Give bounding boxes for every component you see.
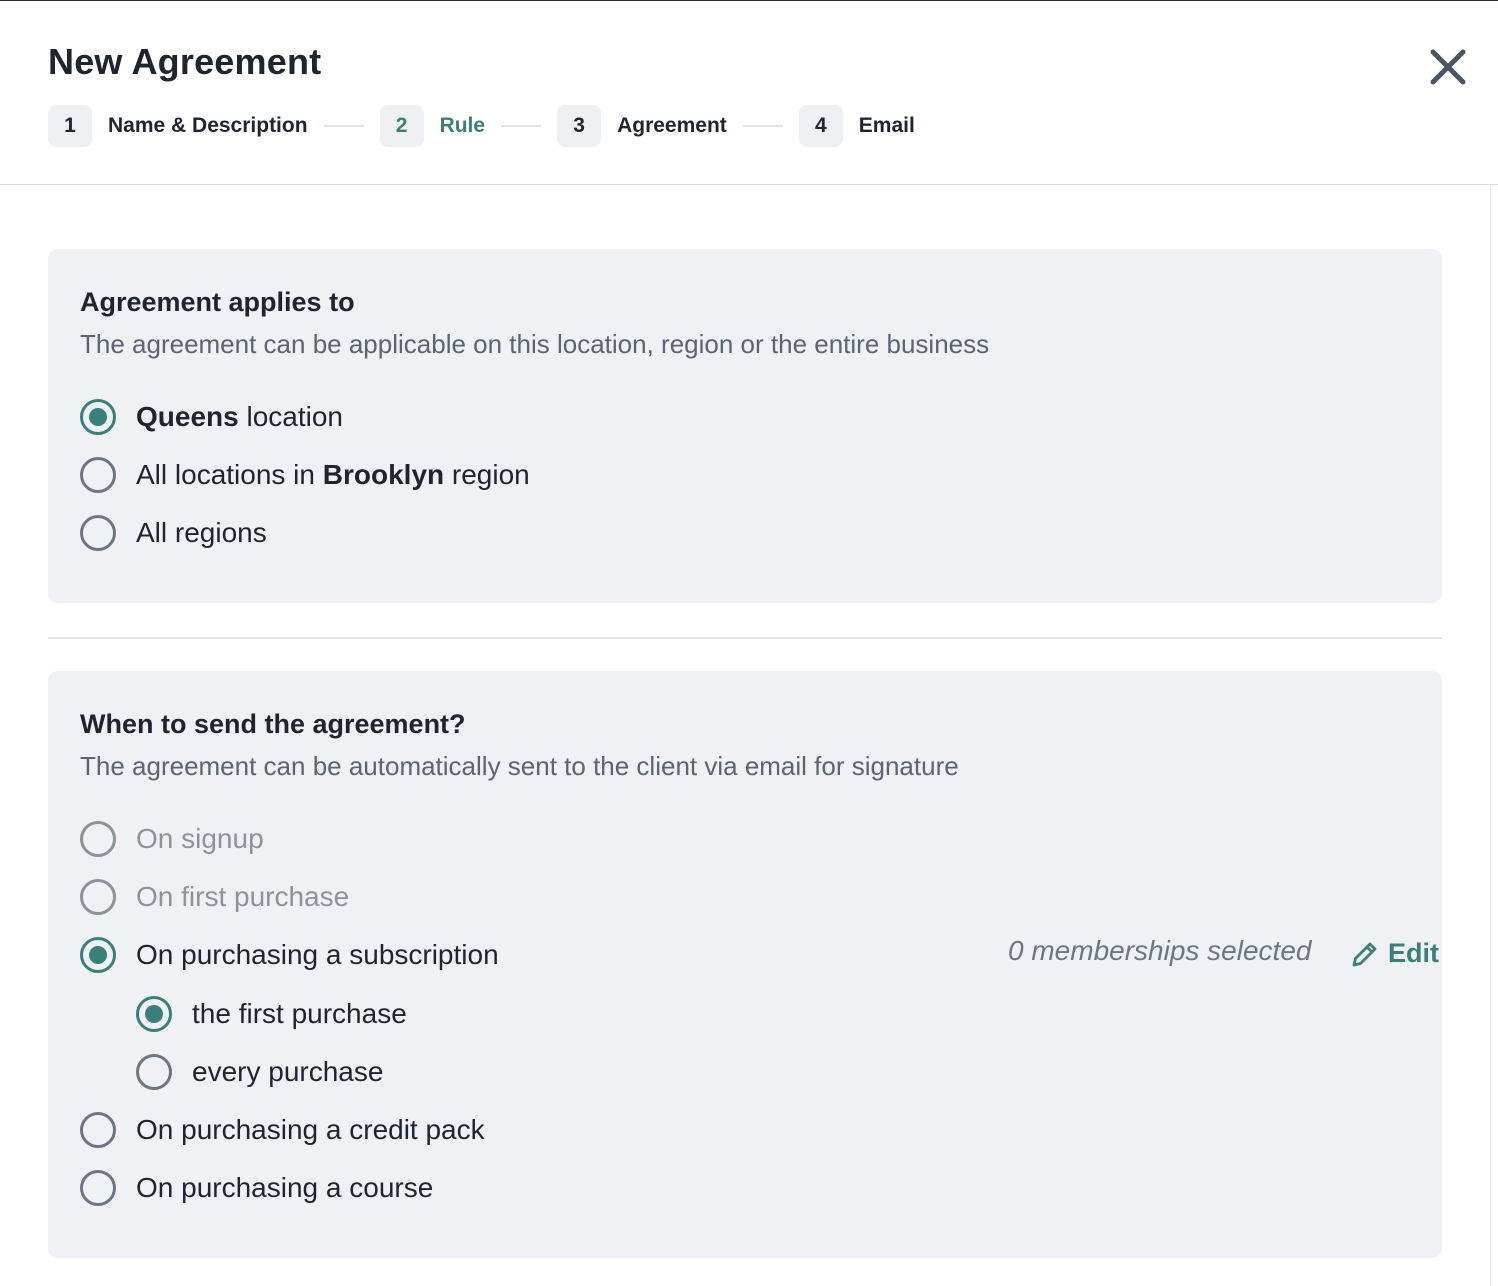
radio-on-signup[interactable]: On signup <box>80 819 264 859</box>
radio-on-purchasing-course[interactable]: On purchasing a course <box>80 1168 433 1208</box>
step-connector <box>742 125 783 127</box>
label-prefix: All locations in <box>136 459 323 490</box>
step-label: Name & Description <box>108 114 308 137</box>
step-connector <box>323 125 364 127</box>
radio-button[interactable] <box>80 457 116 493</box>
memberships-selected-text: 0 memberships selected <box>1008 935 1312 966</box>
close-icon <box>1430 49 1466 85</box>
modal: New Agreement 1 Name & Description 2 Rul… <box>0 0 1498 1286</box>
radio-all-regions[interactable]: All regions <box>80 513 267 553</box>
pencil-icon <box>1352 942 1377 966</box>
radio-label: On first purchase <box>136 881 350 912</box>
radio-button[interactable] <box>80 879 116 915</box>
radio-label: All regions <box>136 517 267 548</box>
step-name-description[interactable]: 1 Name & Description <box>48 105 308 147</box>
radio-button[interactable] <box>80 1170 116 1206</box>
radio-button[interactable] <box>80 937 116 973</box>
section-description: The agreement can be automatically sent … <box>80 751 959 781</box>
step-number: 2 <box>379 105 424 147</box>
radio-on-first-purchase[interactable]: On first purchase <box>80 877 349 917</box>
radio-button[interactable] <box>136 996 172 1032</box>
radio-label: every purchase <box>192 1056 384 1087</box>
step-number: 1 <box>48 105 92 147</box>
radio-on-purchasing-subscription[interactable]: On purchasing a subscription <box>80 935 499 975</box>
section-title: When to send the agreement? <box>80 709 466 739</box>
step-email[interactable]: 4 Email <box>798 105 915 147</box>
section-title: Agreement applies to <box>80 287 355 317</box>
label-suffix: location <box>238 401 343 432</box>
step-agreement[interactable]: 3 Agreement <box>557 105 727 147</box>
radio-label: the first purchase <box>192 998 407 1029</box>
radio-button[interactable] <box>80 821 116 857</box>
radio-label: Queens location <box>136 401 343 433</box>
radio-label: On signup <box>136 823 264 854</box>
applies-to-section: Agreement applies to The agreement can b… <box>48 249 1442 603</box>
radio-button[interactable] <box>136 1054 172 1090</box>
radio-the-first-purchase[interactable]: the first purchase <box>136 994 407 1034</box>
step-label: Agreement <box>617 114 727 137</box>
radio-on-purchasing-credit-pack[interactable]: On purchasing a credit pack <box>80 1110 485 1150</box>
scrollbar-track[interactable] <box>1490 185 1491 1286</box>
step-number: 4 <box>798 105 843 147</box>
location-name: Queens <box>136 401 239 432</box>
radio-label: All locations in Brooklyn region <box>136 459 530 491</box>
step-number: 3 <box>557 105 602 147</box>
stepper: 1 Name & Description 2 Rule 3 Agreement … <box>48 105 915 147</box>
edit-memberships-button[interactable]: Edit <box>1350 938 1439 969</box>
step-connector <box>501 125 542 127</box>
modal-title: New Agreement <box>48 41 322 82</box>
radio-label: On purchasing a credit pack <box>136 1114 485 1145</box>
radio-queens-location[interactable]: Queens location <box>80 397 343 437</box>
radio-brooklyn-region[interactable]: All locations in Brooklyn region <box>80 455 530 495</box>
section-description: The agreement can be applicable on this … <box>80 329 990 359</box>
radio-label: On purchasing a subscription <box>136 939 499 970</box>
radio-button[interactable] <box>80 1112 116 1148</box>
edit-label: Edit <box>1388 938 1439 968</box>
radio-label: On purchasing a course <box>136 1172 434 1203</box>
section-divider <box>48 637 1442 639</box>
modal-header: New Agreement 1 Name & Description 2 Rul… <box>0 1 1498 185</box>
step-rule[interactable]: 2 Rule <box>379 105 486 147</box>
close-button[interactable] <box>1426 45 1470 89</box>
radio-every-purchase[interactable]: every purchase <box>136 1052 383 1092</box>
radio-button[interactable] <box>80 515 116 551</box>
label-suffix: region <box>444 459 530 490</box>
region-name: Brooklyn <box>322 459 445 490</box>
radio-button[interactable] <box>80 399 116 435</box>
step-label: Rule <box>439 114 486 137</box>
when-to-send-section: When to send the agreement? The agreemen… <box>48 671 1442 1258</box>
step-label: Email <box>858 114 915 137</box>
